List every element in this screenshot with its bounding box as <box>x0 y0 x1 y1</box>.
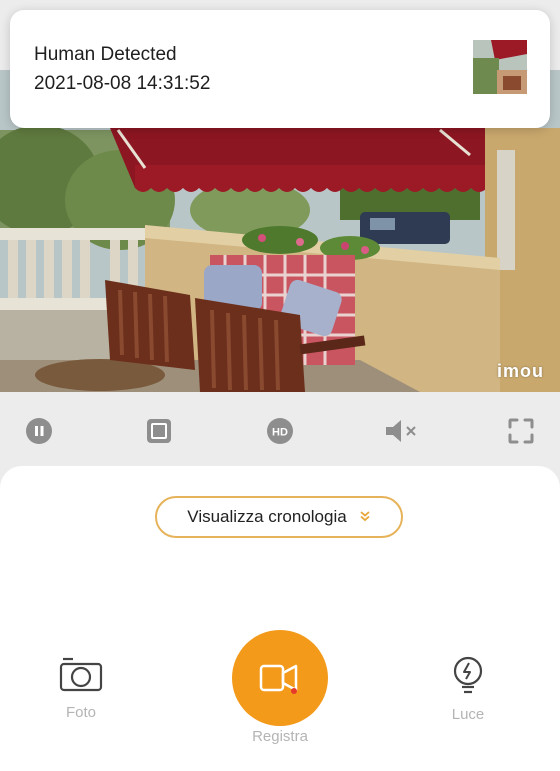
pause-icon <box>26 418 52 444</box>
notification-title: Human Detected <box>34 44 177 65</box>
record-button[interactable] <box>232 630 328 726</box>
motion-notification[interactable]: Human Detected 2021-08-08 14:31:52 <box>10 10 550 128</box>
notification-timestamp: 2021-08-08 14:31:52 <box>34 73 211 94</box>
hd-icon: HD <box>267 418 293 444</box>
notification-thumbnail[interactable] <box>473 40 527 94</box>
imou-watermark-logo: imou <box>497 361 544 381</box>
light-bulb-icon <box>453 656 483 694</box>
pause-button[interactable] <box>22 414 56 448</box>
video-record-icon <box>259 664 298 694</box>
fullscreen-icon <box>508 418 534 444</box>
record-label: Registra <box>252 728 308 745</box>
camera-icon <box>59 657 103 692</box>
record-action[interactable]: Registra <box>232 630 328 745</box>
hd-quality-button[interactable]: HD <box>263 414 297 448</box>
light-action[interactable]: Luce <box>448 656 488 723</box>
bottom-panel: Visualizza cronologia Foto Registra Luce <box>0 466 560 771</box>
speaker-muted-icon <box>386 420 416 442</box>
player-control-bar: HD <box>0 392 560 466</box>
light-label: Luce <box>451 706 485 723</box>
view-history-button[interactable]: Visualizza cronologia <box>155 496 403 538</box>
view-history-label: Visualizza cronologia <box>187 507 347 526</box>
stop-button[interactable] <box>142 414 176 448</box>
fullscreen-button[interactable] <box>504 414 538 448</box>
mute-button[interactable] <box>384 414 418 448</box>
photo-label: Foto <box>65 704 96 721</box>
double-chevron-down-icon <box>359 510 371 524</box>
svg-text:HD: HD <box>272 427 288 439</box>
stop-icon <box>147 419 171 443</box>
photo-action[interactable]: Foto <box>58 656 104 721</box>
